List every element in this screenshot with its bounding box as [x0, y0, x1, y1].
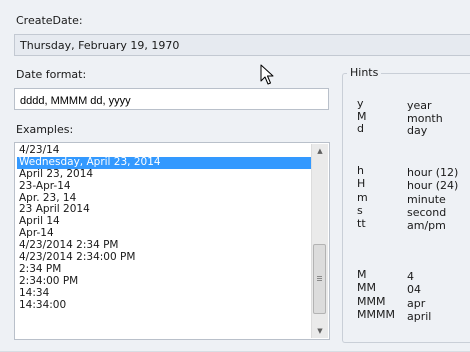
mouse-pointer-icon	[260, 64, 274, 85]
scroll-up-button[interactable]: ▲	[312, 144, 328, 158]
hint-key: s	[357, 203, 363, 217]
hint-description: month	[407, 111, 443, 125]
create-date-label: CreateDate:	[16, 14, 83, 27]
hint-description: minute	[407, 192, 446, 206]
hint-description: year	[407, 99, 432, 112]
list-item[interactable]: 2:34 PM	[17, 264, 312, 276]
date-format-input[interactable]	[14, 88, 329, 110]
hint-key: d	[357, 122, 364, 135]
scrollbar-thumb[interactable]	[313, 244, 326, 314]
scrollbar-grip-line	[317, 280, 322, 281]
hint-description: apr	[407, 296, 426, 310]
list-item[interactable]: 4/23/14	[17, 145, 312, 157]
list-item-selected[interactable]: Wednesday, April 23, 2014	[17, 156, 312, 169]
list-item[interactable]: 14:34	[17, 288, 312, 300]
hint-key: tt	[357, 217, 366, 231]
scrollbar-grip-line	[317, 278, 322, 279]
hint-key: M	[357, 109, 367, 123]
scroll-down-button[interactable]: ▼	[312, 324, 328, 338]
hint-key: MM	[357, 281, 376, 295]
examples-label: Examples:	[16, 123, 74, 136]
hint-description: 4	[407, 270, 414, 283]
list-item[interactable]: 23-Apr-14	[17, 181, 312, 193]
hint-key: MMM	[357, 294, 386, 308]
chevron-up-icon: ▲	[317, 147, 323, 155]
list-item[interactable]: April 23, 2014	[17, 169, 312, 181]
list-item[interactable]: 14:34:00	[17, 300, 312, 312]
hint-description: april	[407, 309, 432, 323]
hint-description: hour (24)	[407, 179, 459, 193]
list-item[interactable]: Apr-14	[17, 228, 312, 240]
date-settings-panel: CreateDate: Thursday, February 19, 1970 …	[0, 0, 470, 352]
list-item[interactable]: 2:34:00 PM	[17, 276, 312, 288]
hint-key: MMMM	[357, 307, 395, 321]
hint-description: second	[407, 205, 447, 219]
hint-description: day	[407, 124, 428, 137]
hint-description: 04	[407, 283, 421, 297]
hint-key: m	[357, 190, 368, 204]
list-item[interactable]: Apr. 23, 14	[17, 193, 312, 205]
examples-scrollbar[interactable]: ▲ ▼	[311, 144, 328, 338]
hint-key: H	[357, 177, 366, 191]
chevron-down-icon: ▼	[317, 327, 323, 335]
list-item[interactable]: 4/23/2014 2:34 PM	[17, 240, 312, 252]
hint-description: am/pm	[407, 219, 446, 233]
date-format-label: Date format:	[16, 68, 87, 81]
scrollbar-grip-line	[317, 276, 322, 277]
list-item[interactable]: April 14	[17, 216, 312, 228]
hint-key: M	[357, 268, 367, 281]
hint-key: y	[357, 97, 364, 110]
hint-key: h	[357, 164, 364, 177]
hints-title: Hints	[347, 66, 382, 79]
list-item[interactable]: 4/23/2014 2:34:00 PM	[17, 252, 312, 264]
hint-description: hour (12)	[407, 166, 459, 179]
create-date-field: Thursday, February 19, 1970	[14, 34, 470, 56]
list-item[interactable]: 23 April 2014	[17, 204, 312, 216]
examples-list: 4/23/14 Wednesday, April 23, 2014 April 23…	[17, 145, 312, 311]
examples-listbox[interactable]: 4/23/14 Wednesday, April 23, 2014 April 23…	[14, 142, 330, 340]
